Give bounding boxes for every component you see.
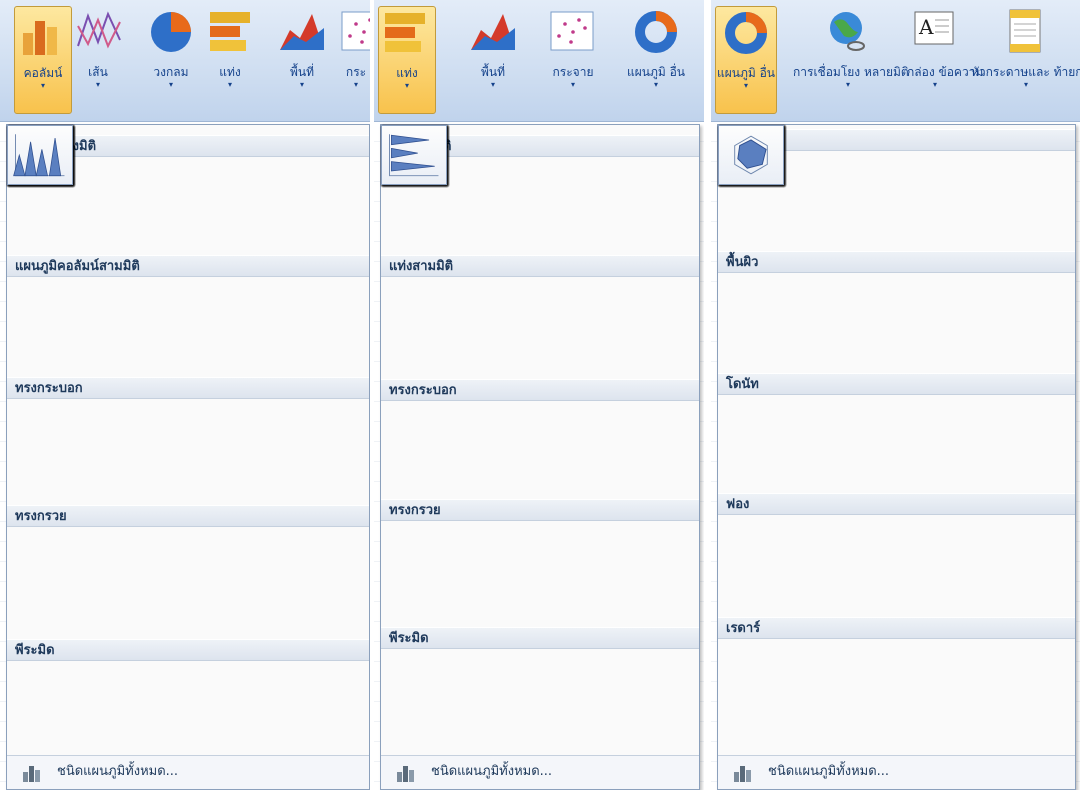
ribbon-button-label: แท่ง [396, 66, 418, 80]
bar-chart-icon [210, 12, 250, 51]
ribbon-button-label: กระจาย [552, 65, 594, 79]
chevron-down-icon: ▾ [40, 81, 45, 90]
all-chart-types-button[interactable]: ชนิดแผนภูมิทั้งหมด... [7, 755, 369, 789]
ribbon-button-label: แท่ง [219, 65, 241, 79]
ribbon-button-other-charts[interactable]: แผนภูมิ อื่น ▾ [614, 6, 698, 114]
section-header: ทรงกระบอก [381, 379, 699, 401]
ribbon-button-label: คอลัมน์ [23, 66, 63, 80]
chevron-down-icon: ▾ [353, 80, 358, 89]
separator [704, 0, 711, 790]
ribbon-button-scatter-chart[interactable]: กระ ▾ [338, 6, 374, 114]
ribbon-button-label: วงกลม [153, 65, 189, 79]
ribbon-button-label: เส้น [88, 65, 108, 79]
section-header: ทรงกรวย [381, 499, 699, 521]
header-footer-icon [1009, 9, 1041, 53]
ribbon-button-pie-chart[interactable]: วงกลม ▾ [142, 6, 200, 114]
scatter-chart-icon [341, 11, 374, 51]
section-header: พีระมิด [381, 627, 699, 649]
ribbon-button-header-footer[interactable]: หัวกระดาษและ ท้ายกระดาษ▾ [971, 6, 1080, 114]
section-header: แท่งสามมิติ [381, 255, 699, 277]
chart-type-option[interactable] [7, 125, 73, 185]
section-header: พื้นผิว [718, 251, 1075, 273]
hyperlink-icon [830, 12, 865, 51]
ribbon-button-label: กระ [345, 65, 367, 79]
pie-chart-icon [151, 12, 191, 52]
ribbon-button-label: การเชื่อมโยง หลายมิติ [793, 65, 909, 79]
all-chart-types-label: ชนิดแผนภูมิทั้งหมด... [768, 764, 890, 779]
ribbon-button-other-charts[interactable]: แผนภูมิ อื่น ▾ [715, 6, 777, 114]
pyramid-bar-icon [389, 134, 439, 177]
all-chart-types-button[interactable]: ชนิดแผนภูมิทั้งหมด... [381, 755, 699, 789]
ribbon-button-bar-chart[interactable]: แท่ง ▾ [206, 6, 254, 114]
other-charts-icon [635, 11, 677, 53]
chart-types-icon [23, 766, 40, 782]
area-chart-icon [471, 14, 515, 50]
ribbon-button-line-chart[interactable]: เส้น ▾ [74, 6, 122, 114]
dropdown-menu: หุ้นพื้นผิวโดนัทฟองเรดาร์ชนิดแผนภูมิทั้ง… [717, 124, 1076, 790]
chart-types-icon [397, 766, 414, 782]
chevron-down-icon: ▾ [653, 80, 658, 89]
area-chart-icon [280, 14, 324, 50]
ribbon-button-hyperlink[interactable]: การเชื่อมโยง หลายมิติ ▾ [793, 6, 909, 114]
all-chart-types-label: ชนิดแผนภูมิทั้งหมด... [431, 764, 553, 779]
ribbon-button-label: พื้นที่ [480, 65, 506, 79]
all-chart-types-button[interactable]: ชนิดแผนภูมิทั้งหมด... [718, 755, 1075, 789]
chart-menu-other: แผนภูมิ อื่น ▾ การเชื่อมโยง หลายมิติ ▾ A กล่อ… [711, 0, 1080, 790]
radar-chart-icon [734, 135, 768, 175]
dropdown-menu: คอลัมน์สองมิติแผนภูมิคอลัมน์สามมิติทรงกร… [6, 124, 370, 790]
ribbon-button-label: แผนภูมิ อื่น [716, 66, 775, 80]
chevron-down-icon: ▾ [932, 80, 937, 89]
section-header: พีระมิด [7, 639, 369, 661]
line-chart-icon [77, 11, 121, 49]
ribbon-button-column-chart[interactable]: คอลัมน์ ▾ [14, 6, 72, 114]
ribbon-button-label: กล่อง ข้อความ [907, 65, 984, 79]
ribbon-button-area-chart[interactable]: พื้นที่ ▾ [272, 6, 332, 114]
chart-types-icon [734, 766, 751, 782]
svg-text:A: A [918, 15, 934, 39]
section-header: โดนัท [718, 373, 1075, 395]
bar-chart-icon [385, 13, 425, 52]
ribbon-button-label: แผนภูมิ อื่น [626, 65, 685, 79]
ribbon: แผนภูมิ อื่น ▾ การเชื่อมโยง หลายมิติ ▾ A กล่อ… [711, 0, 1080, 122]
chevron-down-icon: ▾ [299, 80, 304, 89]
ribbon: แท่ง ▾ พื้นที่ ▾ กระจาย ▾ แผนภูมิ อื่น ▾ [374, 0, 704, 122]
column-chart-icon [23, 21, 57, 55]
section-header: ฟอง [718, 493, 1075, 515]
all-chart-types-label: ชนิดแผนภูมิทั้งหมด... [57, 764, 179, 779]
chevron-down-icon: ▾ [95, 80, 100, 89]
chevron-down-icon: ▾ [1023, 80, 1028, 89]
ribbon-button-label: หัวกระดาษและ ท้ายกระดาษ [971, 65, 1080, 79]
chart-type-option[interactable] [718, 125, 784, 185]
chevron-down-icon: ▾ [845, 80, 850, 89]
section-header: เรดาร์ [718, 617, 1075, 639]
chart-menu-column: คอลัมน์▾เส้น▾วงกลม▾แท่ง▾พื้นที่▾กระ▾ คอล… [0, 0, 374, 790]
other-charts-icon [725, 12, 767, 54]
chevron-down-icon: ▾ [227, 80, 232, 89]
chevron-down-icon: ▾ [570, 80, 575, 89]
chevron-down-icon: ▾ [490, 80, 495, 89]
section-header: ทรงกระบอก [7, 377, 369, 399]
dropdown-menu: แท่งสองมิติแท่งสามมิติทรงกระบอกทรงกรวยพี… [380, 124, 700, 790]
chart-menu-bar: แท่ง▾พื้นที่▾กระจาย▾แผนภูมิ อื่น▾ แท่งสอ… [374, 0, 704, 790]
chevron-down-icon: ▾ [743, 81, 748, 90]
chevron-down-icon: ▾ [168, 80, 173, 89]
text-box-icon: A [914, 11, 954, 45]
ribbon-button-label: พื้นที่ [289, 65, 315, 79]
scatter-chart-icon [550, 11, 594, 51]
section-header: แผนภูมิคอลัมน์สามมิติ [7, 255, 369, 277]
ribbon-button-text-box[interactable]: A กล่อง ข้อความ ▾ [907, 6, 984, 114]
pyramid-column-icon [13, 134, 65, 177]
chevron-down-icon: ▾ [404, 81, 409, 90]
section-header: ทรงกรวย [7, 505, 369, 527]
ribbon-button-area-chart[interactable]: พื้นที่ ▾ [458, 6, 528, 114]
chart-type-option[interactable] [381, 125, 447, 185]
ribbon: คอลัมน์ ▾ เส้น ▾ วงกลม ▾ แท่ง ▾ พื้นที่ ▾ กระ ▾ [0, 0, 374, 122]
ribbon-button-scatter-chart[interactable]: กระจาย ▾ [532, 6, 614, 114]
ribbon-button-bar-chart[interactable]: แท่ง ▾ [378, 6, 436, 114]
